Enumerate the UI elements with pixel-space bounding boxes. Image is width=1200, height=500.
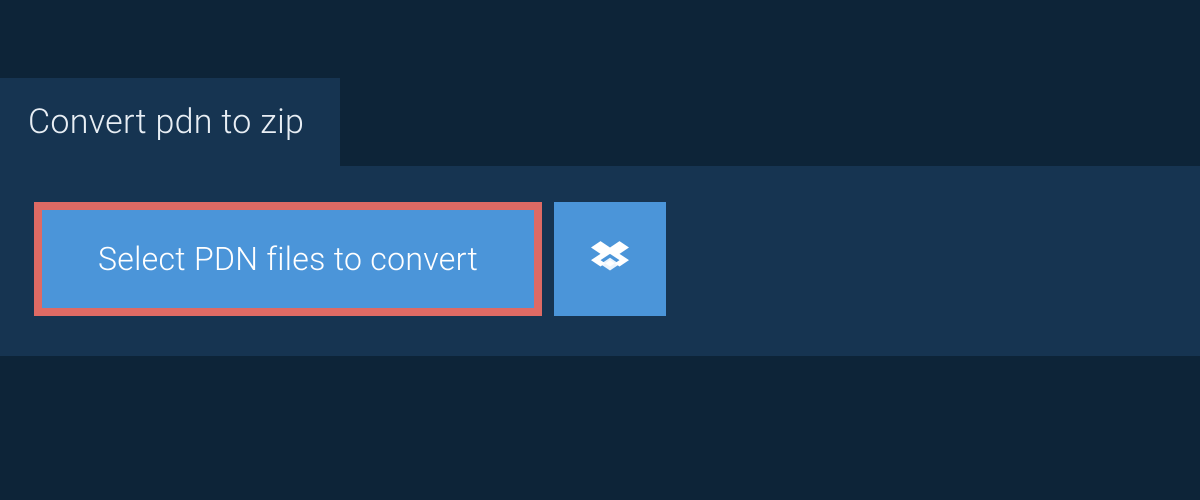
select-files-button[interactable]: Select PDN files to convert bbox=[34, 202, 542, 316]
tab-container: Convert pdn to zip Select PDN files to c… bbox=[0, 0, 1200, 356]
select-files-button-label: Select PDN files to convert bbox=[98, 240, 478, 278]
dropbox-icon bbox=[591, 238, 629, 280]
converter-panel: Select PDN files to convert bbox=[0, 166, 1200, 356]
tab-convert[interactable]: Convert pdn to zip bbox=[0, 78, 340, 166]
tab-label: Convert pdn to zip bbox=[28, 102, 304, 142]
dropbox-button[interactable] bbox=[554, 202, 666, 316]
button-row: Select PDN files to convert bbox=[34, 202, 1166, 316]
